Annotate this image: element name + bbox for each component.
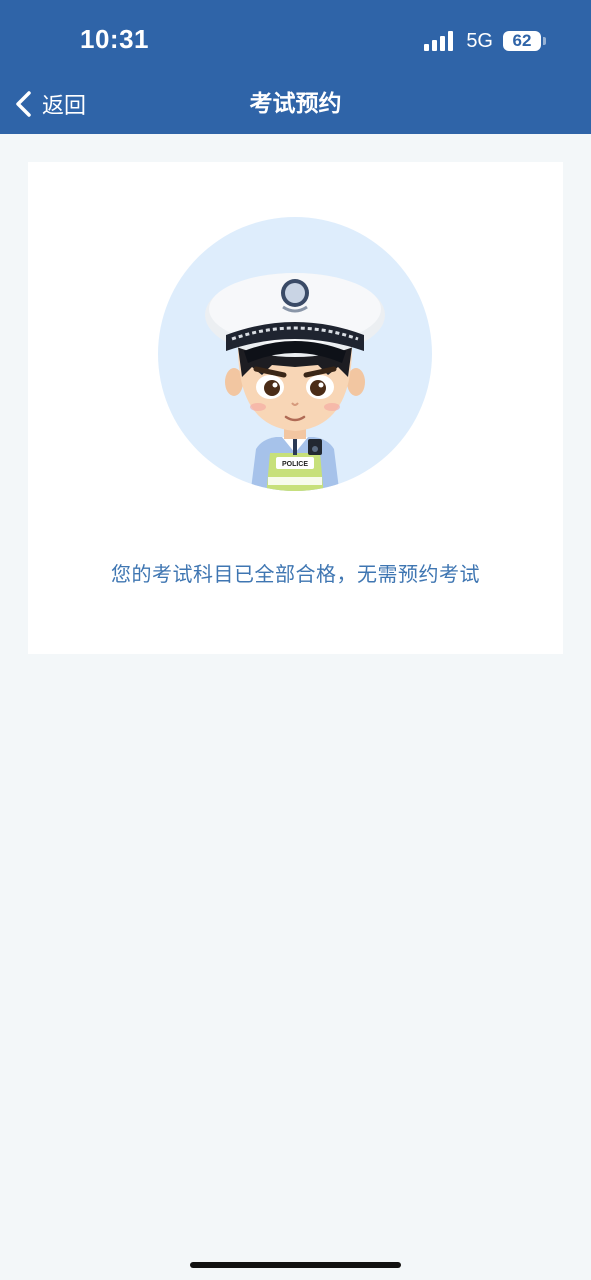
status-message: 您的考试科目已全部合格，无需预约考试 <box>111 562 480 586</box>
back-label: 返回 <box>42 94 87 119</box>
status-indicators: 5G 62 <box>424 28 546 54</box>
back-button[interactable]: 返回 <box>14 86 86 122</box>
header-bar: 10:31 5G 62 返回 考试预约 <box>0 0 591 134</box>
battery-nub <box>543 37 546 45</box>
page-title: 考试预约 <box>249 91 342 117</box>
back-arrow-icon <box>14 90 32 118</box>
network-type: 5G <box>466 29 493 52</box>
result-card: POLICE 您的考试科目已全部合格，无需预约考试 <box>28 162 563 654</box>
battery-icon: 62 <box>503 31 546 51</box>
police-badge-label: POLICE <box>282 461 308 468</box>
status-time: 10:31 <box>80 24 149 54</box>
signal-icon <box>424 31 456 51</box>
home-indicator[interactable] <box>190 1262 401 1268</box>
battery-level: 62 <box>512 31 532 50</box>
police-avatar: POLICE <box>158 217 432 491</box>
